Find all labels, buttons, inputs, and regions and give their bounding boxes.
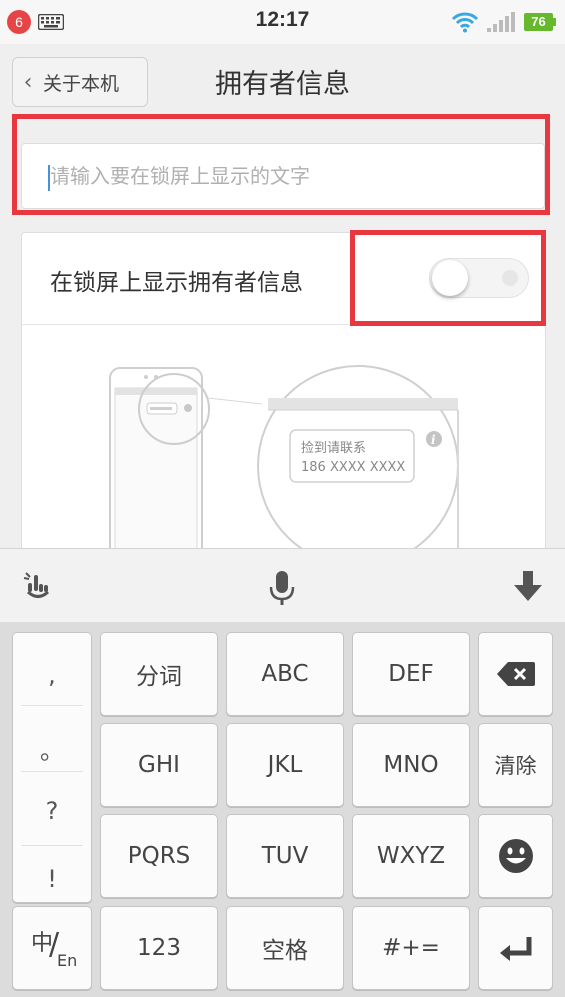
show-owner-info-label: 在锁屏上显示拥有者信息	[50, 270, 303, 296]
microphone-icon[interactable]	[264, 567, 300, 607]
numbers-button[interactable]: 123	[100, 906, 218, 990]
lockscreen-card: 在锁屏上显示拥有者信息 捡到请联系 186 XXXX XXXX i	[21, 232, 546, 552]
key-def[interactable]: DEF	[352, 632, 470, 716]
punctuation-column[interactable]: , 。 ? !	[12, 632, 92, 903]
emoji-icon	[498, 839, 533, 873]
handwriting-icon[interactable]	[20, 567, 56, 607]
battery-icon: 76	[524, 13, 556, 31]
owner-info-field[interactable]	[21, 143, 545, 209]
backspace-button[interactable]	[478, 632, 553, 716]
keyboard: , 。 ? ! 分词 ABC DEF GHI JKL MNO 清除 PQRS T…	[0, 622, 565, 997]
bubble-line-1: 捡到请联系	[301, 440, 366, 456]
toggle-knob	[432, 260, 468, 296]
enter-icon	[499, 937, 531, 961]
key-question[interactable]: ?	[13, 797, 91, 825]
clock: 12:17	[255, 8, 310, 31]
show-owner-info-row[interactable]: 在锁屏上显示拥有者信息	[22, 233, 545, 325]
battery-level: 76	[531, 14, 546, 29]
lang-switch-button[interactable]: 中 / En	[12, 906, 92, 990]
owner-info-input[interactable]	[22, 144, 544, 208]
toggle-track-dot	[502, 270, 518, 286]
key-tuv[interactable]: TUV	[226, 814, 344, 898]
emoji-button[interactable]	[478, 814, 553, 898]
bubble-line-2: 186 XXXX XXXX	[301, 460, 405, 475]
key-fenci[interactable]: 分词	[100, 632, 218, 716]
show-owner-info-toggle[interactable]	[429, 258, 529, 298]
hide-keyboard-icon[interactable]	[510, 567, 546, 607]
clear-button[interactable]: 清除	[478, 723, 553, 807]
key-period[interactable]: 。	[13, 731, 91, 766]
lockscreen-illustration: 捡到请联系 186 XXXX XXXX i	[109, 365, 459, 551]
wifi-icon	[451, 12, 479, 33]
key-wxyz[interactable]: WXYZ	[352, 814, 470, 898]
keyboard-toolbar	[0, 548, 565, 622]
backspace-icon	[496, 662, 535, 686]
status-bar: 6 12:17 76	[0, 0, 565, 44]
key-comma[interactable]: ,	[13, 661, 91, 689]
key-exclaim[interactable]: !	[13, 865, 91, 893]
key-ghi[interactable]: GHI	[100, 723, 218, 807]
key-jkl[interactable]: JKL	[226, 723, 344, 807]
enter-button[interactable]	[478, 906, 553, 990]
space-button[interactable]: 空格	[226, 906, 344, 990]
lang-sub-label: En	[57, 951, 78, 970]
svg-text:i: i	[431, 433, 436, 447]
symbols-button[interactable]: #+=	[352, 906, 470, 990]
page-title: 拥有者信息	[215, 69, 350, 100]
key-abc[interactable]: ABC	[226, 632, 344, 716]
signal-icon	[487, 12, 515, 32]
key-pqrs[interactable]: PQRS	[100, 814, 218, 898]
key-mno[interactable]: MNO	[352, 723, 470, 807]
text-cursor	[48, 165, 50, 191]
